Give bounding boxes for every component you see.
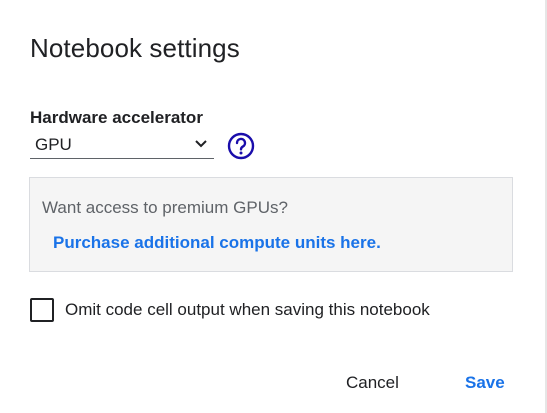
chevron-down-icon — [195, 140, 207, 148]
omit-output-checkbox[interactable] — [30, 298, 54, 322]
premium-gpu-text: Want access to premium GPUs? — [42, 198, 288, 217]
purchase-compute-units-link[interactable]: Purchase additional compute units here. — [53, 233, 381, 253]
hardware-accelerator-value: GPU — [35, 135, 72, 154]
save-button[interactable]: Save — [465, 373, 505, 393]
cancel-button[interactable]: Cancel — [346, 373, 399, 393]
dialog-title: Notebook settings — [30, 33, 240, 63]
premium-gpu-panel: Want access to premium GPUs? Purchase ad… — [29, 177, 513, 272]
notebook-settings-dialog: Notebook settings Hardware accelerator G… — [0, 0, 547, 413]
hardware-accelerator-select[interactable]: GPU — [30, 131, 214, 159]
hardware-accelerator-label: Hardware accelerator — [30, 108, 203, 127]
omit-output-label: Omit code cell output when saving this n… — [65, 300, 430, 319]
question-circle-icon[interactable] — [227, 132, 255, 160]
